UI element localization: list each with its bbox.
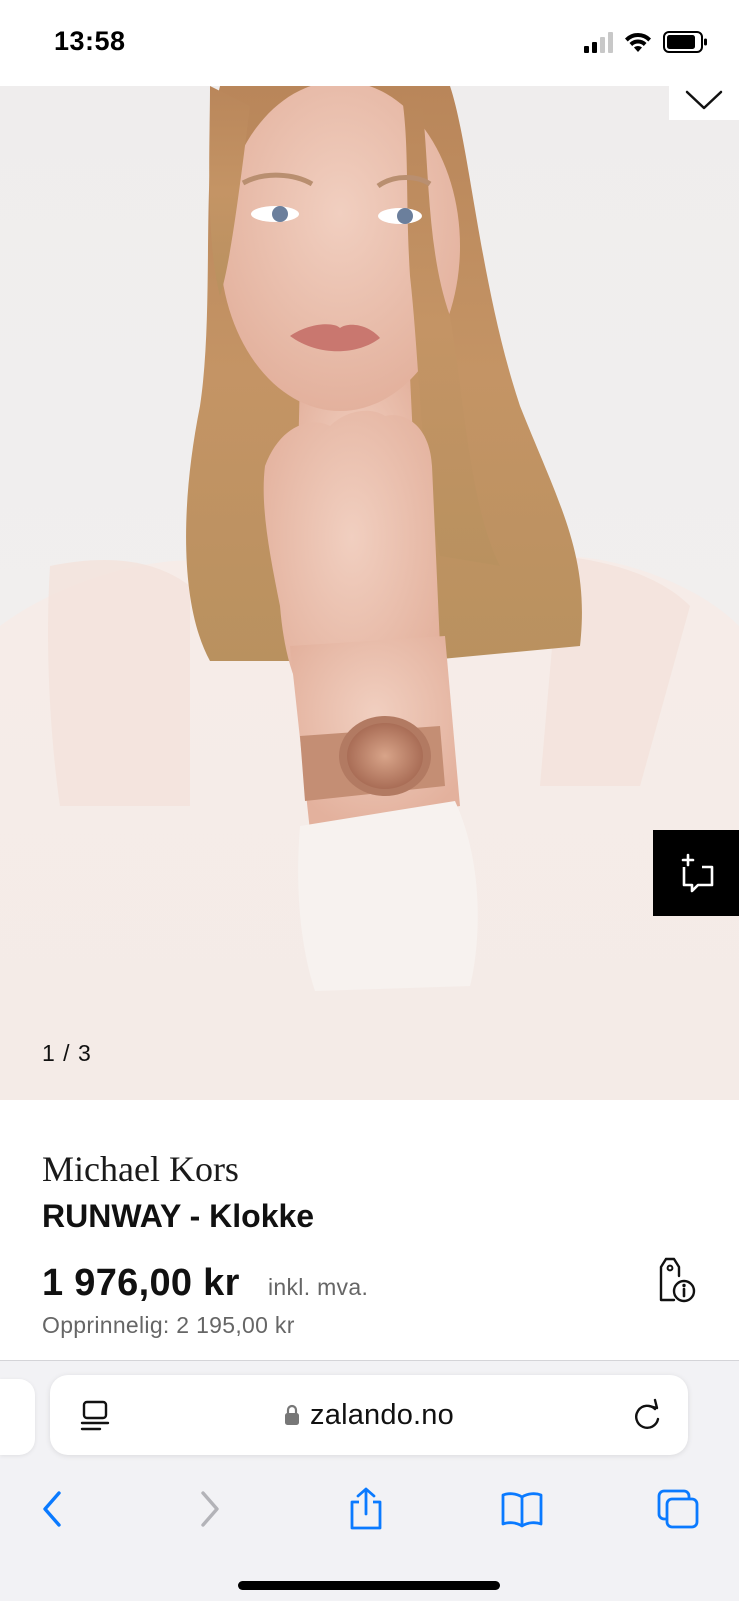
share-icon xyxy=(350,1487,382,1530)
vat-note: inkl. mva. xyxy=(268,1274,369,1300)
tabs-icon xyxy=(657,1489,699,1529)
status-bar: 13:58 xyxy=(0,0,739,86)
previous-tab-peek[interactable] xyxy=(0,1379,35,1455)
original-price: Opprinnelig: 2 195,00 kr xyxy=(42,1312,295,1338)
product-image-gallery[interactable]: 1 / 3 xyxy=(0,86,739,1100)
bookmarks-icon xyxy=(501,1492,543,1528)
forward-icon xyxy=(201,1491,219,1527)
back-icon xyxy=(43,1491,61,1527)
status-icons xyxy=(584,30,709,54)
image-counter: 1 / 3 xyxy=(42,1040,92,1066)
price-tag-info-icon[interactable] xyxy=(652,1256,696,1304)
model-wearing-watch-photo xyxy=(0,86,739,1100)
lock-icon xyxy=(285,1404,300,1425)
url-text: zalando.no xyxy=(310,1398,454,1431)
share-button[interactable] xyxy=(336,1479,396,1539)
browser-toolbar: zalando.no xyxy=(0,1360,739,1601)
address-bar[interactable]: zalando.no xyxy=(50,1375,688,1455)
tabs-button[interactable] xyxy=(648,1479,708,1539)
back-button[interactable] xyxy=(22,1479,82,1539)
chevron-down-icon xyxy=(685,90,723,110)
price: 1 976,00 kr xyxy=(42,1262,240,1304)
browser-nav-row xyxy=(0,1479,739,1539)
product-name: RUNWAY - Klokke xyxy=(42,1198,315,1234)
bookmarks-button[interactable] xyxy=(492,1479,552,1539)
wifi-icon xyxy=(625,32,651,52)
battery-icon xyxy=(663,31,707,53)
forward-button[interactable] xyxy=(180,1479,240,1539)
reload-icon[interactable] xyxy=(630,1397,664,1433)
collapse-button[interactable] xyxy=(669,86,739,120)
status-time: 13:58 xyxy=(54,26,126,56)
add-to-share-icon xyxy=(681,853,714,893)
add-to-share-button[interactable] xyxy=(653,830,739,916)
home-indicator xyxy=(238,1581,500,1590)
cellular-signal-icon xyxy=(584,31,613,53)
brand-name[interactable]: Michael Kors xyxy=(42,1148,239,1190)
